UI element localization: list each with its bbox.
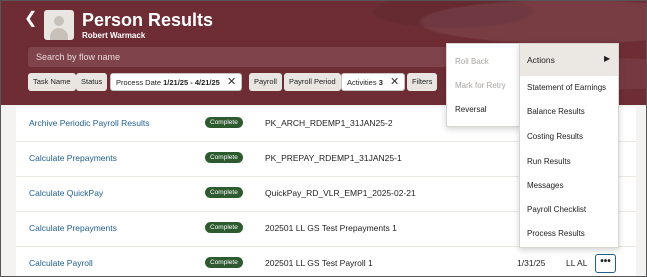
status-badge: Complete [205,222,243,233]
flow-name: PK_ARCH_RDEMP1_31JAN25-2 [265,118,393,128]
person-name: Robert Warmack [82,31,146,40]
filter-payroll[interactable]: Payroll [249,73,282,91]
flow-name: 202501 LL GS Test Payroll 1 [265,258,373,268]
status-badge: Complete [205,152,243,163]
table-row[interactable]: Calculate Payroll Complete 202501 LL GS … [16,247,636,276]
submitted-by: LL AL [566,258,588,268]
status-badge: Complete [205,257,243,268]
status-badge: Complete [205,117,243,128]
page-frame: ❮ Person Results Robert Warmack Search b… [0,0,647,277]
filter-process-date[interactable]: Process Date 1/21/25 - 4/21/25 ✕ [110,73,243,91]
menu-item-roll-back[interactable]: Roll Back [455,57,489,66]
menu-item-run-results[interactable]: Run Results [527,157,571,166]
close-icon[interactable]: ✕ [390,76,399,88]
menu-item-payroll-checklist[interactable]: Payroll Checklist [527,205,586,214]
avatar [44,10,74,40]
filter-more-filters[interactable]: Filters [407,73,438,91]
actions-menu: Actions ▶ Statement of Earnings Balance … [519,43,619,248]
filter-payroll-period[interactable]: Payroll Period [284,73,341,91]
menu-item-mark-for-retry[interactable]: Mark for Retry [455,81,506,90]
menu-item-statement-of-earnings[interactable]: Statement of Earnings [527,83,606,92]
task-name-link[interactable]: Archive Periodic Payroll Results [29,118,149,128]
menu-item-actions[interactable]: Actions ▶ [520,44,618,76]
filter-process-date-value: 1/21/25 - 4/21/25 [163,78,220,87]
flow-name: QuickPay_RD_VLR_EMP1_2025-02-21 [265,188,416,198]
task-name-link[interactable]: Calculate Prepayments [29,223,117,233]
filter-activities-count: 3 [378,78,383,87]
close-icon[interactable]: ✕ [227,76,236,88]
actions-submenu: Roll Back Mark for Retry Reversal [446,43,520,127]
task-name-link[interactable]: Calculate QuickPay [29,188,103,198]
menu-item-balance-results[interactable]: Balance Results [527,107,585,116]
page-title: Person Results [82,10,214,30]
filter-task-name[interactable]: Task Name [28,73,76,91]
task-name-link[interactable]: Calculate Prepayments [29,153,117,163]
menu-item-costing-results[interactable]: Costing Results [527,132,583,141]
more-actions-button[interactable]: ••• [595,254,616,273]
chevron-left-icon[interactable]: ❮ [24,11,37,27]
caret-right-icon: ▶ [604,54,611,63]
status-badge: Complete [205,187,243,198]
menu-item-messages[interactable]: Messages [527,181,563,190]
process-date: 1/31/25 [517,258,546,268]
filter-status[interactable]: Status [76,73,108,91]
flow-name: PK_PREPAY_RDEMP1_31JAN25-1 [265,153,402,163]
task-name-link[interactable]: Calculate Payroll [29,258,93,268]
search-placeholder: Search by flow name [36,52,121,62]
filter-activities[interactable]: Activities 3 ✕ [341,73,406,91]
menu-item-process-results[interactable]: Process Results [527,229,585,238]
flow-name: 202501 LL GS Test Prepayments 1 [265,223,397,233]
menu-item-reversal[interactable]: Reversal [455,105,487,114]
